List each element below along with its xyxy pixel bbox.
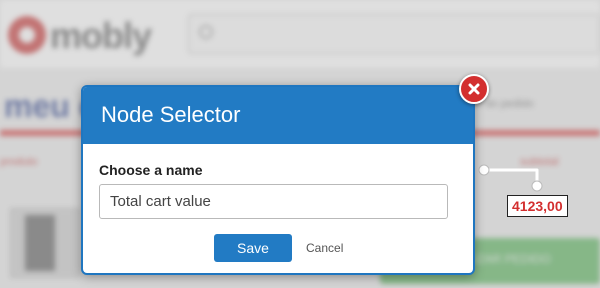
- dialog-header: Node Selector: [83, 87, 473, 144]
- close-button[interactable]: [459, 74, 489, 104]
- name-input[interactable]: [99, 184, 448, 219]
- dialog-title: Node Selector: [101, 102, 241, 127]
- selector-connector: [478, 164, 543, 192]
- close-icon: [468, 83, 480, 95]
- save-button[interactable]: Save: [214, 234, 292, 262]
- name-field-label: Choose a name: [99, 162, 203, 178]
- node-selector-dialog: Node Selector Choose a name Save Cancel: [81, 85, 475, 275]
- selected-value-label: 4123,00: [507, 195, 568, 217]
- cancel-button[interactable]: Cancel: [306, 241, 343, 255]
- dialog-actions: Save Cancel: [99, 234, 457, 262]
- dialog-body: Choose a name Save Cancel: [83, 144, 473, 262]
